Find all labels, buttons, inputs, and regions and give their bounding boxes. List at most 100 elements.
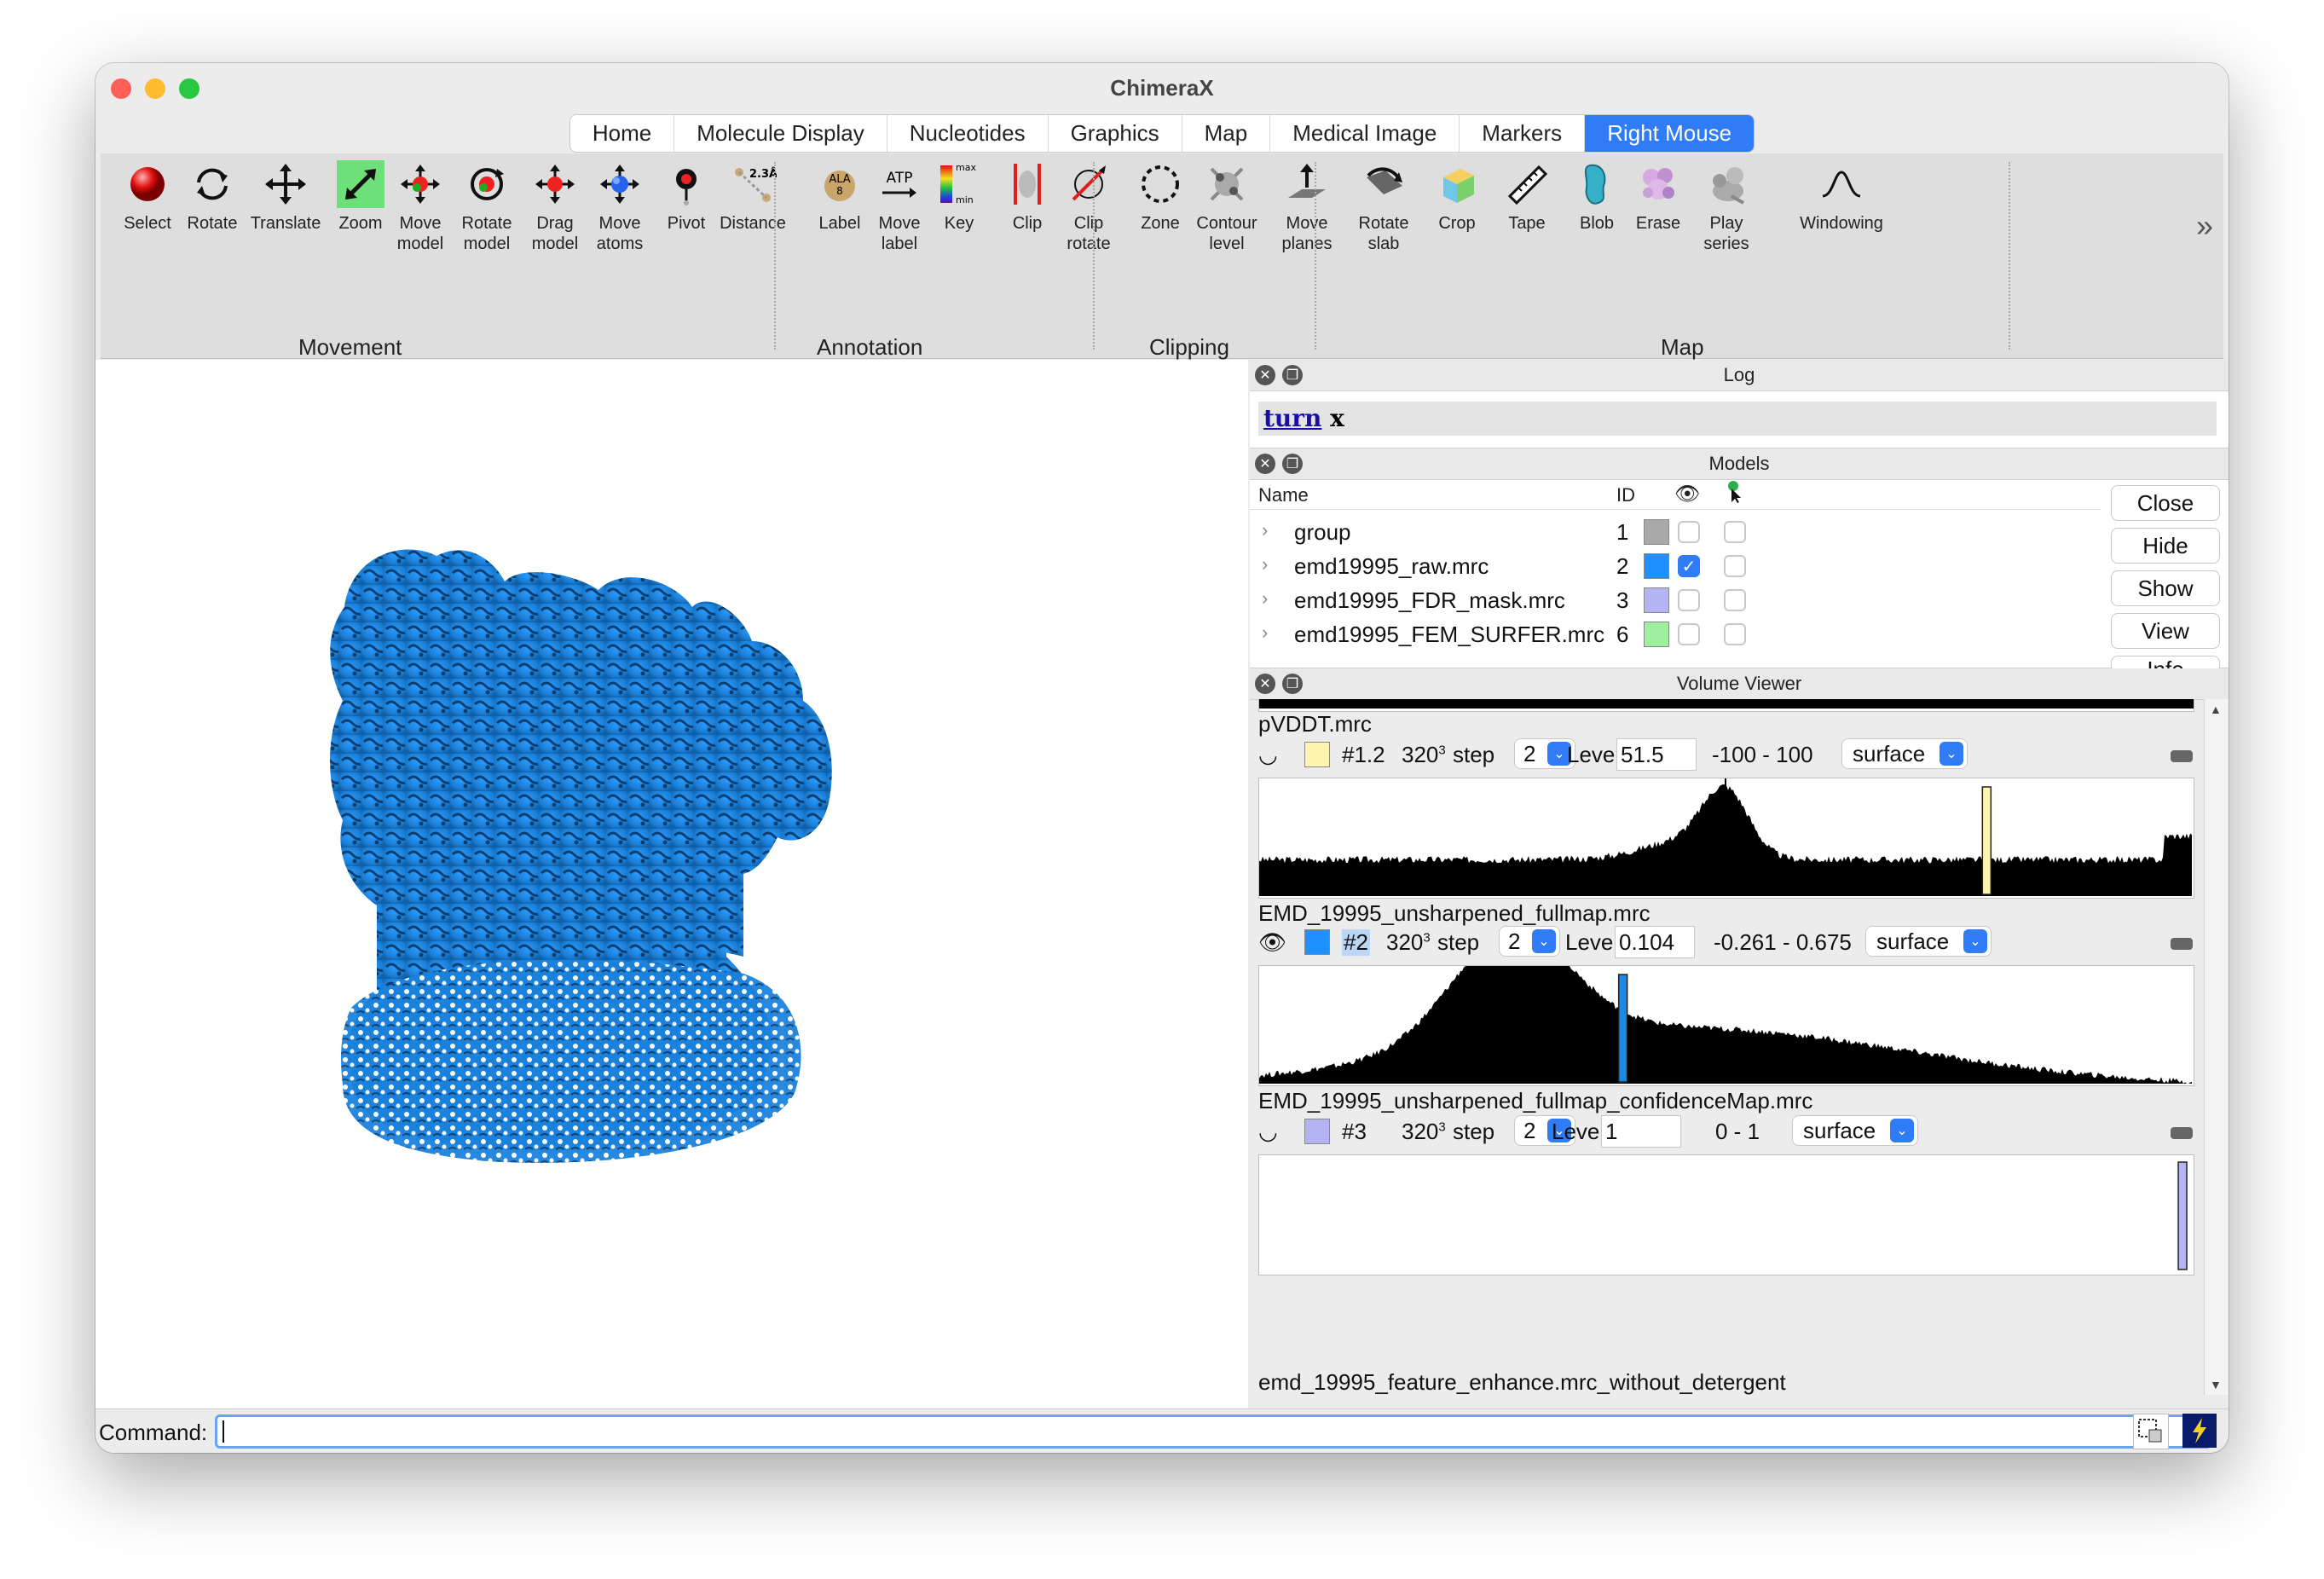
model-color-swatch[interactable]	[1644, 519, 1669, 545]
tool-select[interactable]: Select	[113, 159, 182, 234]
tab-markers[interactable]: Markers	[1460, 115, 1586, 152]
tab-medical-image[interactable]: Medical Image	[1270, 115, 1460, 152]
model-shown-checkbox[interactable]	[1678, 623, 1700, 645]
volume-id[interactable]: #2	[1342, 929, 1370, 956]
tool-erase[interactable]: Erase	[1623, 159, 1693, 234]
histogram-partial[interactable]	[1258, 699, 2194, 712]
model-shown-checkbox[interactable]	[1678, 589, 1700, 611]
tab-home[interactable]: Home	[570, 115, 675, 152]
tab-map[interactable]: Map	[1182, 115, 1271, 152]
close-button[interactable]: Close	[2111, 485, 2220, 521]
close-panel-icon[interactable]: ✕	[1255, 454, 1275, 474]
model-row[interactable]: › emd19995_FDR_mask.mrc 3	[1250, 582, 2101, 616]
tool-clip-rotate[interactable]: Clip rotate	[1054, 159, 1124, 254]
more-tools-chevron-icon[interactable]: »	[2196, 208, 2213, 244]
tool-key[interactable]: max min Key	[924, 159, 994, 234]
tool-pivot[interactable]: Pivot	[651, 159, 721, 234]
scroll-down-icon[interactable]: ▼	[2210, 1378, 2222, 1391]
tool-drag-model[interactable]: Drag model	[520, 159, 590, 254]
level-input[interactable]: 0.104	[1615, 926, 1695, 958]
select-region-icon[interactable]	[2133, 1414, 2169, 1449]
tool-contour-level[interactable]: Contour level	[1192, 159, 1262, 254]
volume-id[interactable]: #3	[1342, 1119, 1367, 1145]
volume-histogram[interactable]	[1258, 778, 2194, 899]
tool-tape[interactable]: Tape	[1492, 159, 1562, 234]
eye-open-icon[interactable]: 👁	[1258, 929, 1286, 956]
volume-list-scrollbar[interactable]: ▲ ▼	[2204, 699, 2229, 1395]
volume-color-swatch[interactable]	[1304, 742, 1330, 767]
tool-windowing[interactable]: Windowing	[1792, 159, 1891, 234]
tool-rotate[interactable]: Rotate	[177, 159, 247, 234]
style-select[interactable]: surface ⌄	[1792, 1115, 1918, 1146]
hide-button[interactable]: Hide	[2111, 528, 2220, 564]
model-row[interactable]: › group 1	[1250, 514, 2101, 548]
eye-closed-icon[interactable]: ◡	[1258, 1119, 1278, 1145]
expand-chevron-icon[interactable]: ›	[1262, 587, 1268, 610]
tool-play-series[interactable]: Play series	[1691, 159, 1761, 254]
level-input[interactable]: 51.5	[1616, 738, 1697, 771]
model-select-checkbox[interactable]	[1724, 589, 1746, 611]
model-color-swatch[interactable]	[1644, 622, 1669, 647]
close-panel-icon[interactable]: ✕	[1255, 674, 1275, 694]
tab-graphics[interactable]: Graphics	[1049, 115, 1182, 152]
eye-closed-icon[interactable]: ◡	[1258, 742, 1278, 768]
tool-clip[interactable]: Clip	[992, 159, 1062, 234]
tool-rotate-slab[interactable]: Rotate slab	[1349, 159, 1419, 254]
column-name[interactable]: Name	[1258, 484, 1309, 506]
tool-move-atoms[interactable]: Move atoms	[585, 159, 655, 254]
tool-rotate-model[interactable]: Rotate model	[452, 159, 522, 254]
collapse-panel-button[interactable]	[2171, 750, 2193, 762]
volume-color-swatch[interactable]	[1304, 1119, 1330, 1144]
minimize-window-button[interactable]	[145, 78, 165, 99]
tab-right-mouse[interactable]: Right Mouse	[1585, 115, 1755, 152]
undock-panel-icon[interactable]: ❐	[1282, 674, 1303, 694]
tool-zone[interactable]: Zone	[1125, 159, 1195, 234]
style-select[interactable]: surface ⌄	[1841, 738, 1968, 769]
tab-nucleotides[interactable]: Nucleotides	[887, 115, 1049, 152]
graphics-viewport[interactable]	[95, 360, 1248, 1408]
model-shown-checkbox[interactable]: ✓	[1678, 555, 1700, 577]
erase-icon	[1633, 159, 1684, 210]
undock-panel-icon[interactable]: ❐	[1282, 454, 1303, 474]
collapse-panel-button[interactable]	[2171, 938, 2193, 950]
tool-move-model[interactable]: Move model	[385, 159, 455, 254]
model-row[interactable]: › emd19995_FEM_SURFER.mrc 6	[1250, 616, 2101, 651]
volume-histogram[interactable]	[1258, 965, 2194, 1086]
tool-move-planes[interactable]: Move planes	[1272, 159, 1342, 254]
collapse-panel-button[interactable]	[2171, 1127, 2193, 1139]
volume-id[interactable]: #1.2	[1342, 742, 1385, 768]
title-bar: ChimeraX	[95, 63, 2229, 113]
tool-crop[interactable]: Crop	[1422, 159, 1492, 234]
volume-histogram[interactable]	[1258, 1154, 2194, 1275]
step-value: 2	[1508, 928, 1521, 954]
level-input[interactable]: 1	[1601, 1115, 1681, 1148]
model-select-checkbox[interactable]	[1724, 555, 1746, 577]
tool-distance[interactable]: 2.3Å Distance	[718, 159, 788, 234]
model-shown-checkbox[interactable]	[1678, 521, 1700, 543]
tool-blob[interactable]: Blob	[1562, 159, 1632, 234]
undock-panel-icon[interactable]: ❐	[1282, 365, 1303, 385]
model-color-swatch[interactable]	[1644, 587, 1669, 613]
view-button[interactable]: View	[2111, 613, 2220, 649]
log-command-link[interactable]: turn	[1263, 404, 1321, 432]
lightning-icon[interactable]	[2182, 1414, 2217, 1448]
zoom-window-button[interactable]	[179, 78, 199, 99]
close-panel-icon[interactable]: ✕	[1255, 365, 1275, 385]
scroll-up-icon[interactable]: ▲	[2210, 703, 2222, 716]
expand-chevron-icon[interactable]: ›	[1262, 519, 1268, 541]
model-select-checkbox[interactable]	[1724, 623, 1746, 645]
model-color-swatch[interactable]	[1644, 553, 1669, 579]
model-select-checkbox[interactable]	[1724, 521, 1746, 543]
tab-molecule-display[interactable]: Molecule Display	[674, 115, 887, 152]
model-row[interactable]: › emd19995_raw.mrc 2 ✓	[1250, 548, 2101, 582]
show-button[interactable]: Show	[2111, 570, 2220, 606]
style-select[interactable]: surface ⌄	[1865, 926, 1992, 957]
expand-chevron-icon[interactable]: ›	[1262, 553, 1268, 575]
tool-translate[interactable]: Translate	[251, 159, 321, 234]
volume-file-name: pVDDT.mrc	[1258, 711, 1372, 737]
close-window-button[interactable]	[111, 78, 131, 99]
column-id[interactable]: ID	[1616, 484, 1635, 506]
step-select[interactable]: 2 ⌄	[1499, 926, 1560, 957]
expand-chevron-icon[interactable]: ›	[1262, 622, 1268, 644]
volume-color-swatch[interactable]	[1304, 929, 1330, 955]
